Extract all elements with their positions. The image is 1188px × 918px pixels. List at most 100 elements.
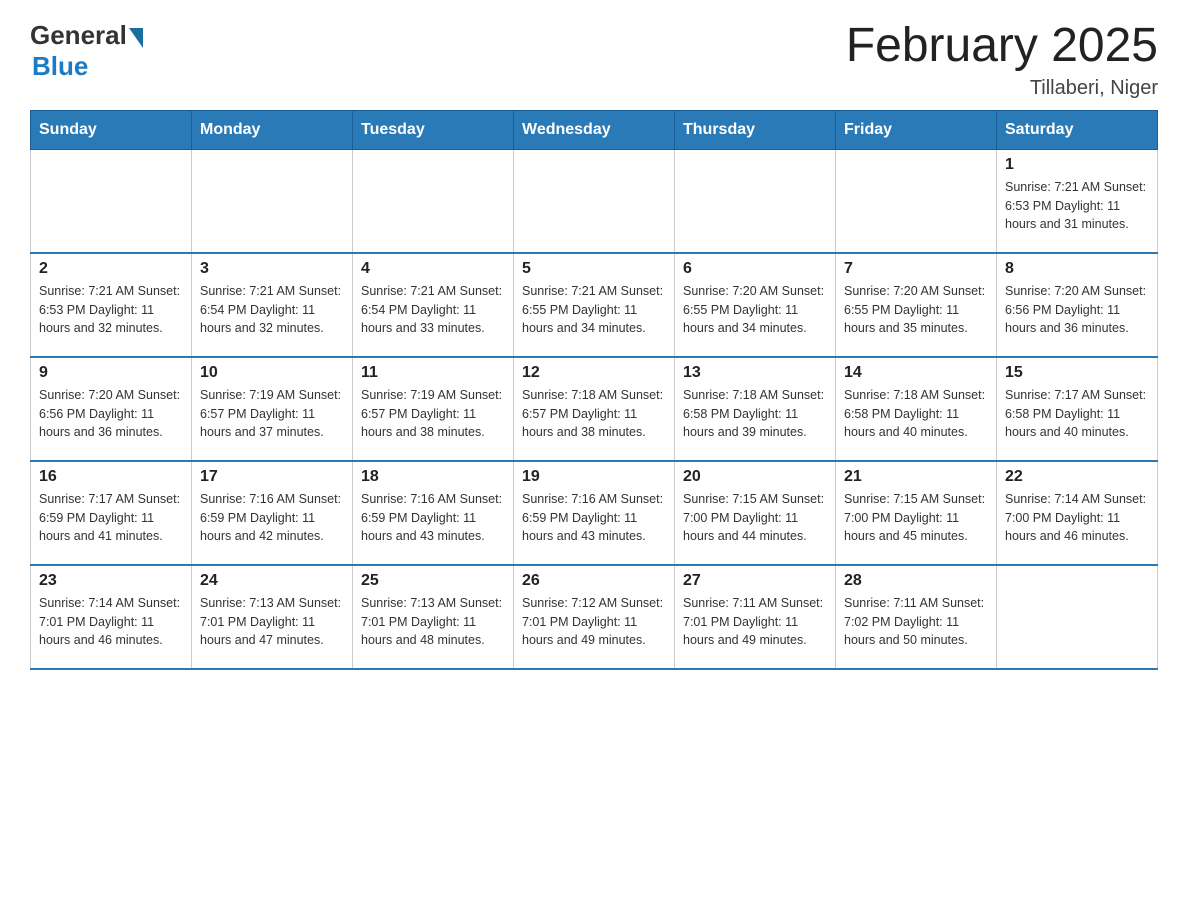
day-info: Sunrise: 7:20 AM Sunset: 6:56 PM Dayligh… (1005, 282, 1149, 338)
calendar-week-row: 9 Sunrise: 7:20 AM Sunset: 6:56 PM Daylig… (31, 357, 1158, 461)
calendar-cell: 23 Sunrise: 7:14 AM Sunset: 7:01 PM Dayli… (31, 565, 192, 669)
calendar-cell: 13Sunrise: 7:18 AM Sunset: 6:58 PM Dayli… (675, 357, 836, 461)
day-number: 15 (1005, 364, 1149, 382)
day-info: Sunrise: 7:20 AM Sunset: 6:55 PM Dayligh… (844, 282, 988, 338)
calendar-cell (192, 149, 353, 253)
day-number: 6 (683, 260, 827, 278)
calendar-cell: 5 Sunrise: 7:21 AM Sunset: 6:55 PM Daylig… (514, 253, 675, 357)
day-number: 18 (361, 468, 505, 486)
logo-arrow-icon (129, 28, 143, 48)
day-content: 18 Sunrise: 7:16 AM Sunset: 6:59 PM Dayli… (361, 468, 505, 558)
month-title: February 2025 (846, 20, 1158, 73)
day-content: 17 Sunrise: 7:16 AM Sunset: 6:59 PM Dayli… (200, 468, 344, 558)
day-info: Sunrise: 7:15 AM Sunset: 7:00 PM Dayligh… (844, 490, 988, 546)
day-number: 4 (361, 260, 505, 278)
day-content: 25 Sunrise: 7:13 AM Sunset: 7:01 PM Dayli… (361, 572, 505, 662)
page-header: General Blue February 2025 Tillaberi, Ni… (30, 20, 1158, 100)
day-number: 16 (39, 468, 183, 486)
day-number: 5 (522, 260, 666, 278)
logo-general-text: General (30, 20, 127, 51)
day-number: 7 (844, 260, 988, 278)
calendar-cell: 8 Sunrise: 7:20 AM Sunset: 6:56 PM Daylig… (997, 253, 1158, 357)
calendar-header: Sunday Monday Tuesday Wednesday Thursday… (31, 110, 1158, 149)
day-info: Sunrise: 7:12 AM Sunset: 7:01 PM Dayligh… (522, 594, 666, 650)
day-number: 8 (1005, 260, 1149, 278)
calendar-cell: 14Sunrise: 7:18 AM Sunset: 6:58 PM Dayli… (836, 357, 997, 461)
day-number: 1 (1005, 156, 1149, 174)
day-number: 25 (361, 572, 505, 590)
day-content: 6 Sunrise: 7:20 AM Sunset: 6:55 PM Daylig… (683, 260, 827, 350)
calendar-cell: 28Sunrise: 7:11 AM Sunset: 7:02 PM Dayli… (836, 565, 997, 669)
day-content: 26 Sunrise: 7:12 AM Sunset: 7:01 PM Dayli… (522, 572, 666, 662)
calendar-cell: 20Sunrise: 7:15 AM Sunset: 7:00 PM Dayli… (675, 461, 836, 565)
day-info: Sunrise: 7:21 AM Sunset: 6:55 PM Dayligh… (522, 282, 666, 338)
day-number: 14 (844, 364, 988, 382)
day-content: 14Sunrise: 7:18 AM Sunset: 6:58 PM Dayli… (844, 364, 988, 454)
calendar-cell: 9 Sunrise: 7:20 AM Sunset: 6:56 PM Daylig… (31, 357, 192, 461)
location-text: Tillaberi, Niger (846, 77, 1158, 100)
day-number: 23 (39, 572, 183, 590)
calendar-cell: 18 Sunrise: 7:16 AM Sunset: 6:59 PM Dayli… (353, 461, 514, 565)
day-number: 26 (522, 572, 666, 590)
day-info: Sunrise: 7:20 AM Sunset: 6:56 PM Dayligh… (39, 386, 183, 442)
day-number: 13 (683, 364, 827, 382)
calendar-cell: 11Sunrise: 7:19 AM Sunset: 6:57 PM Dayli… (353, 357, 514, 461)
calendar-cell: 27 Sunrise: 7:11 AM Sunset: 7:01 PM Dayli… (675, 565, 836, 669)
calendar-cell: 24Sunrise: 7:13 AM Sunset: 7:01 PM Dayli… (192, 565, 353, 669)
day-info: Sunrise: 7:19 AM Sunset: 6:57 PM Dayligh… (361, 386, 505, 442)
day-number: 24 (200, 572, 344, 590)
calendar-cell (353, 149, 514, 253)
day-number: 2 (39, 260, 183, 278)
day-content: 4Sunrise: 7:21 AM Sunset: 6:54 PM Daylig… (361, 260, 505, 350)
day-info: Sunrise: 7:21 AM Sunset: 6:53 PM Dayligh… (1005, 178, 1149, 234)
day-content: 28Sunrise: 7:11 AM Sunset: 7:02 PM Dayli… (844, 572, 988, 662)
day-info: Sunrise: 7:20 AM Sunset: 6:55 PM Dayligh… (683, 282, 827, 338)
day-content: 3Sunrise: 7:21 AM Sunset: 6:54 PM Daylig… (200, 260, 344, 350)
col-sunday: Sunday (31, 110, 192, 149)
calendar-cell: 1 Sunrise: 7:21 AM Sunset: 6:53 PM Daylig… (997, 149, 1158, 253)
day-info: Sunrise: 7:11 AM Sunset: 7:01 PM Dayligh… (683, 594, 827, 650)
day-content: 5 Sunrise: 7:21 AM Sunset: 6:55 PM Daylig… (522, 260, 666, 350)
day-number: 27 (683, 572, 827, 590)
day-info: Sunrise: 7:13 AM Sunset: 7:01 PM Dayligh… (361, 594, 505, 650)
day-number: 9 (39, 364, 183, 382)
col-tuesday: Tuesday (353, 110, 514, 149)
day-content: 7 Sunrise: 7:20 AM Sunset: 6:55 PM Daylig… (844, 260, 988, 350)
day-info: Sunrise: 7:14 AM Sunset: 7:00 PM Dayligh… (1005, 490, 1149, 546)
day-info: Sunrise: 7:16 AM Sunset: 6:59 PM Dayligh… (361, 490, 505, 546)
col-saturday: Saturday (997, 110, 1158, 149)
day-info: Sunrise: 7:11 AM Sunset: 7:02 PM Dayligh… (844, 594, 988, 650)
day-number: 12 (522, 364, 666, 382)
day-content: 22Sunrise: 7:14 AM Sunset: 7:00 PM Dayli… (1005, 468, 1149, 558)
day-info: Sunrise: 7:21 AM Sunset: 6:53 PM Dayligh… (39, 282, 183, 338)
calendar-cell: 16Sunrise: 7:17 AM Sunset: 6:59 PM Dayli… (31, 461, 192, 565)
calendar-week-row: 16Sunrise: 7:17 AM Sunset: 6:59 PM Dayli… (31, 461, 1158, 565)
calendar-cell: 10Sunrise: 7:19 AM Sunset: 6:57 PM Dayli… (192, 357, 353, 461)
day-content: 20Sunrise: 7:15 AM Sunset: 7:00 PM Dayli… (683, 468, 827, 558)
calendar-cell (675, 149, 836, 253)
calendar-cell: 2 Sunrise: 7:21 AM Sunset: 6:53 PM Daylig… (31, 253, 192, 357)
calendar-cell: 26 Sunrise: 7:12 AM Sunset: 7:01 PM Dayli… (514, 565, 675, 669)
day-info: Sunrise: 7:14 AM Sunset: 7:01 PM Dayligh… (39, 594, 183, 650)
header-row: Sunday Monday Tuesday Wednesday Thursday… (31, 110, 1158, 149)
day-content: 11Sunrise: 7:19 AM Sunset: 6:57 PM Dayli… (361, 364, 505, 454)
day-content: 21Sunrise: 7:15 AM Sunset: 7:00 PM Dayli… (844, 468, 988, 558)
logo: General Blue (30, 20, 143, 82)
day-content: 9 Sunrise: 7:20 AM Sunset: 6:56 PM Daylig… (39, 364, 183, 454)
calendar-cell: 21Sunrise: 7:15 AM Sunset: 7:00 PM Dayli… (836, 461, 997, 565)
calendar-table: Sunday Monday Tuesday Wednesday Thursday… (30, 110, 1158, 670)
calendar-cell: 3Sunrise: 7:21 AM Sunset: 6:54 PM Daylig… (192, 253, 353, 357)
day-content: 15Sunrise: 7:17 AM Sunset: 6:58 PM Dayli… (1005, 364, 1149, 454)
calendar-cell (31, 149, 192, 253)
day-number: 19 (522, 468, 666, 486)
day-content: 23 Sunrise: 7:14 AM Sunset: 7:01 PM Dayli… (39, 572, 183, 662)
col-thursday: Thursday (675, 110, 836, 149)
calendar-week-row: 2 Sunrise: 7:21 AM Sunset: 6:53 PM Daylig… (31, 253, 1158, 357)
calendar-cell: 19Sunrise: 7:16 AM Sunset: 6:59 PM Dayli… (514, 461, 675, 565)
day-number: 20 (683, 468, 827, 486)
calendar-week-row: 23 Sunrise: 7:14 AM Sunset: 7:01 PM Dayli… (31, 565, 1158, 669)
day-info: Sunrise: 7:16 AM Sunset: 6:59 PM Dayligh… (200, 490, 344, 546)
day-number: 17 (200, 468, 344, 486)
day-content: 2 Sunrise: 7:21 AM Sunset: 6:53 PM Daylig… (39, 260, 183, 350)
calendar-cell: 15Sunrise: 7:17 AM Sunset: 6:58 PM Dayli… (997, 357, 1158, 461)
